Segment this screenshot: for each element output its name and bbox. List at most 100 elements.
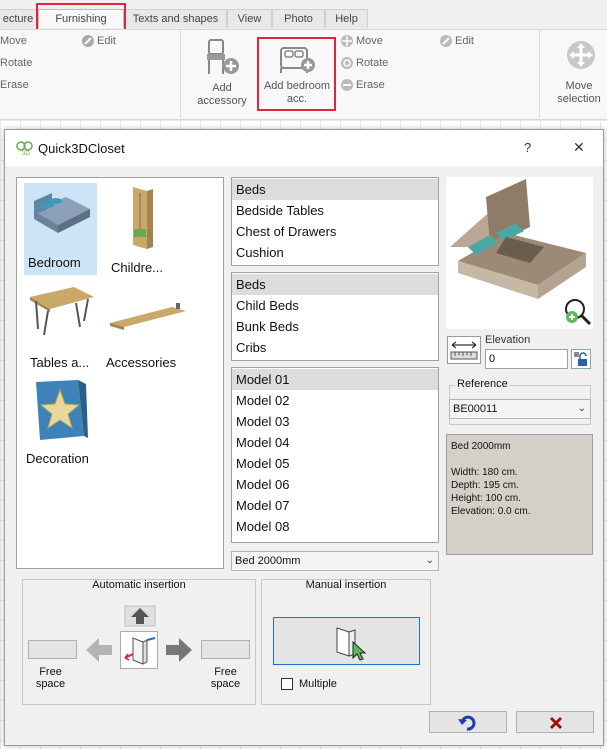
move-button[interactable]: Move: [0, 35, 27, 47]
free-space-left-field[interactable]: [28, 640, 77, 659]
reference-select[interactable]: BE00011 ⌄: [449, 399, 591, 419]
rotate-button[interactable]: Rotate: [0, 57, 32, 69]
free-space-right-field[interactable]: [201, 640, 250, 659]
list-item[interactable]: Chest of Drawers: [232, 221, 438, 242]
list-item[interactable]: Model 01: [232, 369, 438, 390]
erase-icon: [340, 78, 354, 95]
arrow-left-icon[interactable]: [84, 635, 114, 668]
category-label: Childre...: [111, 260, 164, 275]
rotate-icon: [340, 56, 354, 73]
category-accessories[interactable]: Accessories: [102, 283, 202, 375]
zoom-icon[interactable]: [562, 297, 592, 330]
quick3dcloset-dialog: 3D Quick3DCloset ? ✕ Bedroom Childre... …: [4, 129, 604, 746]
manual-insertion-title: Manual insertion: [305, 579, 387, 591]
rotate-button-2[interactable]: Rotate: [356, 57, 388, 69]
arrow-right-icon[interactable]: [164, 635, 194, 668]
highlight-furnishing-tab: [36, 3, 126, 31]
tab-help[interactable]: Help: [325, 9, 368, 28]
category-label: Decoration: [26, 451, 89, 466]
category-label: Bedroom: [28, 255, 81, 270]
multiple-label: Multiple: [299, 678, 337, 690]
reference-label: Reference: [455, 378, 510, 390]
list-item[interactable]: Model 07: [232, 495, 438, 516]
info-elevation: Elevation: 0.0 cm.: [451, 506, 531, 517]
undo-button[interactable]: [429, 711, 507, 733]
star-decoration-icon: [36, 380, 88, 440]
model-list[interactable]: Model 01 Model 02 Model 03 Model 04 Mode…: [231, 367, 439, 543]
close-button[interactable]: ✕: [573, 139, 585, 156]
list-item[interactable]: Model 08: [232, 516, 438, 537]
elevation-label: Elevation: [485, 334, 531, 346]
chevron-down-icon: ⌄: [577, 403, 586, 414]
model-select-value: Bed 2000mm: [235, 555, 301, 567]
undo-icon: [458, 715, 476, 731]
tab-architecture[interactable]: ecture: [0, 9, 38, 28]
edit-icon-2: [439, 34, 453, 51]
type-list[interactable]: Beds Bedside Tables Chest of Drawers Cus…: [231, 177, 439, 266]
subtype-list[interactable]: Beds Child Beds Bunk Beds Cribs: [231, 272, 439, 361]
category-decoration[interactable]: Decoration: [24, 378, 104, 470]
category-tables[interactable]: Tables a...: [24, 283, 97, 375]
list-item[interactable]: Model 02: [232, 390, 438, 411]
list-item[interactable]: Cushion: [232, 242, 438, 263]
edit-button[interactable]: Edit: [97, 35, 116, 47]
highlight-add-bedroom: [257, 37, 336, 111]
model-select[interactable]: Bed 2000mm ⌄: [231, 551, 439, 571]
move-icon: [340, 34, 354, 51]
info-box: Bed 2000mm Width: 180 cm. Depth: 195 cm.…: [446, 434, 593, 555]
free-space-right-label: Free space: [210, 666, 241, 690]
list-item[interactable]: Beds: [232, 274, 438, 295]
list-item[interactable]: Model 03: [232, 411, 438, 432]
svg-text:3D: 3D: [22, 151, 30, 156]
category-children[interactable]: Childre...: [109, 183, 179, 275]
bed-icon: [34, 193, 90, 233]
preview-panel: [446, 177, 593, 329]
list-item[interactable]: Cribs: [232, 337, 438, 358]
edit-icon: [81, 34, 95, 51]
cancel-button[interactable]: [516, 711, 594, 733]
move-button-2[interactable]: Move: [356, 35, 383, 47]
ribbon-tabs: ecture Furnishing Texts and shapes View …: [0, 0, 607, 31]
list-item[interactable]: Child Beds: [232, 295, 438, 316]
list-item[interactable]: Model 06: [232, 474, 438, 495]
arrow-up-icon[interactable]: [124, 605, 156, 630]
shelf-icon: [110, 303, 186, 330]
category-label: Accessories: [106, 355, 177, 370]
move-selection-button[interactable]: Move selection: [548, 80, 607, 106]
tab-view[interactable]: View: [227, 9, 272, 28]
wardrobe-icon: [133, 187, 153, 249]
list-item[interactable]: Beds: [232, 179, 438, 200]
help-button[interactable]: ?: [524, 140, 531, 155]
info-width: Width: 180 cm.: [451, 467, 518, 478]
closet-insert-icon[interactable]: [120, 631, 158, 669]
tab-texts-and-shapes[interactable]: Texts and shapes: [124, 9, 227, 28]
erase-button-2[interactable]: Erase: [356, 79, 385, 91]
list-item[interactable]: Model 05: [232, 453, 438, 474]
move-selection-icon: [566, 40, 596, 73]
info-depth: Depth: 195 cm.: [451, 480, 519, 491]
elevation-field[interactable]: [485, 349, 568, 369]
list-item[interactable]: Model 04: [232, 432, 438, 453]
category-panel: Bedroom Childre... Tables a... Accessori…: [16, 177, 224, 569]
edit-button-2[interactable]: Edit: [455, 35, 474, 47]
app-logo-icon: 3D: [16, 140, 34, 159]
tab-photo[interactable]: Photo: [272, 9, 325, 28]
multiple-checkbox[interactable]: [281, 678, 293, 690]
category-bedroom[interactable]: Bedroom: [24, 183, 97, 275]
ribbon-separator: [180, 30, 181, 118]
add-accessory-button[interactable]: Add accessory: [192, 82, 252, 108]
erase-button[interactable]: Erase: [0, 79, 29, 91]
reference-select-value: BE00011: [453, 403, 498, 415]
manual-insert-button[interactable]: [273, 617, 420, 665]
lock-icon[interactable]: [571, 349, 591, 369]
ribbon-separator-2: [539, 30, 540, 118]
table-icon: [30, 287, 94, 336]
category-label: Tables a...: [30, 355, 90, 370]
chevron-down-icon: ⌄: [425, 555, 434, 566]
ruler-icon: [447, 336, 481, 364]
info-height: Height: 100 cm.: [451, 493, 522, 504]
ribbon-panel: Move Rotate Erase Edit Add accessory Add…: [0, 29, 607, 120]
list-item[interactable]: Bunk Beds: [232, 316, 438, 337]
list-item[interactable]: Bedside Tables: [232, 200, 438, 221]
info-name: Bed 2000mm: [451, 441, 511, 452]
